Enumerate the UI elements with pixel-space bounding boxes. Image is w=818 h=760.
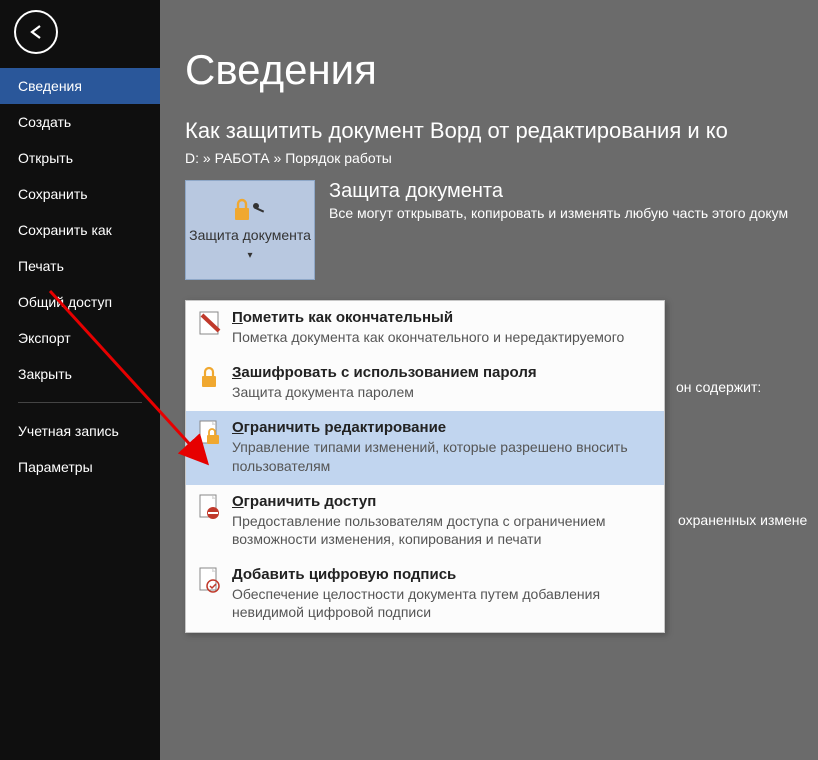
menu-item-desc: Защита документа паролем [232, 383, 537, 401]
nav-item-4[interactable]: Сохранить как [0, 212, 160, 248]
nav-item-5[interactable]: Печать [0, 248, 160, 284]
menu-item-2[interactable]: Ограничить редактирование Управление типа… [186, 411, 664, 484]
menu-item-title: Пометить как окончательный [232, 309, 453, 326]
menu-item-1[interactable]: Зашифровать с использованием пароля Защит… [186, 356, 664, 411]
nav-divider [18, 402, 142, 403]
doc-deny-icon [196, 493, 224, 548]
backstage-sidebar: СведенияСоздатьОткрытьСохранитьСохранить… [0, 0, 160, 760]
menu-item-4[interactable]: Добавить цифровую подпись Обеспечение цел… [186, 558, 664, 631]
document-title: Как защитить документ Ворд от редактиров… [185, 118, 818, 144]
menu-item-desc: Обеспечение целостности документа путем … [232, 585, 654, 621]
menu-item-3[interactable]: Ограничить доступ Предоставление пользова… [186, 485, 664, 558]
protect-document-menu: Пометить как окончательный Пометка докуме… [185, 300, 665, 633]
protect-section: Защита документа Защита документа Все мо… [185, 180, 818, 280]
back-button[interactable] [14, 10, 58, 54]
menu-item-desc: Пометка документа как окончательного и н… [232, 328, 624, 346]
menu-item-title: Ограничить доступ [232, 493, 376, 510]
pen-icon [196, 309, 224, 346]
protect-button-label: Защита документа [186, 226, 314, 262]
doc-lock-icon [196, 419, 224, 474]
nav-item-3[interactable]: Сохранить [0, 176, 160, 212]
nav-item-1[interactable]: Создать [0, 104, 160, 140]
nav-item-6[interactable]: Общий доступ [0, 284, 160, 320]
back-arrow-icon [26, 22, 46, 42]
menu-item-desc: Предоставление пользователям доступа с о… [232, 512, 654, 548]
menu-item-title: Ограничить редактирование [232, 419, 446, 436]
nav-item-2[interactable]: Открыть [0, 140, 160, 176]
doc-sign-icon [196, 566, 224, 621]
trailing-text-1: он содержит: [676, 379, 761, 395]
nav-item-0[interactable]: Сведения [0, 68, 160, 104]
menu-item-0[interactable]: Пометить как окончательный Пометка докуме… [186, 301, 664, 356]
nav-bottom-item-0[interactable]: Учетная запись [0, 413, 160, 449]
lock-icon [196, 364, 224, 401]
nav-item-8[interactable]: Закрыть [0, 356, 160, 392]
protect-heading: Защита документа [329, 180, 818, 203]
menu-item-title: Добавить цифровую подпись [232, 566, 456, 583]
protect-description: Все могут открывать, копировать и изменя… [329, 205, 818, 221]
menu-item-title: Зашифровать с использованием пароля [232, 364, 537, 381]
nav-item-7[interactable]: Экспорт [0, 320, 160, 356]
nav-bottom-item-1[interactable]: Параметры [0, 449, 160, 485]
trailing-text-2: охраненных измене [678, 512, 807, 528]
document-path: D: » РАБОТА » Порядок работы [185, 150, 818, 166]
page-title: Сведения [185, 46, 818, 94]
protect-document-button[interactable]: Защита документа [185, 180, 315, 280]
lock-key-icon [234, 198, 266, 222]
menu-item-desc: Управление типами изменений, которые раз… [232, 438, 654, 474]
